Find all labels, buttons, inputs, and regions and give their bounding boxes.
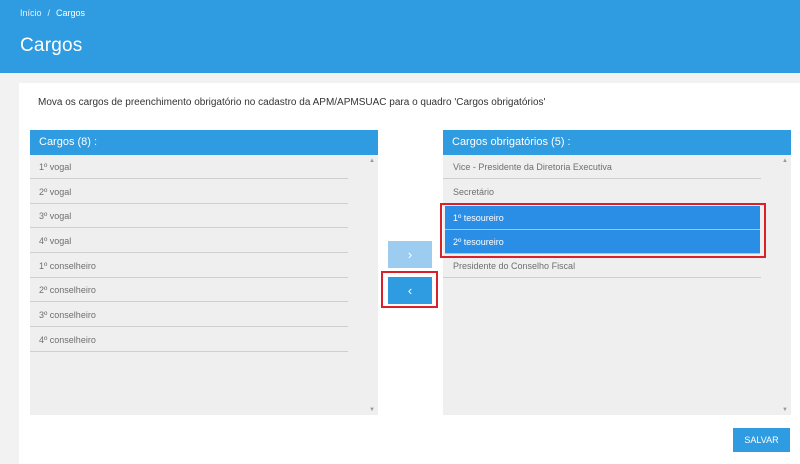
list-item[interactable]: 4º conselheiro <box>30 328 348 352</box>
scroll-up-icon[interactable]: ▲ <box>782 158 788 164</box>
cargos-list-panel: Cargos (8) : ▲ 1º vogal 2º vogal 3º voga… <box>30 130 378 415</box>
selected-items-highlight <box>440 203 766 258</box>
cargos-obrigatorios-panel: Cargos obrigatórios (5) : ▲ Vice - Presi… <box>443 130 791 415</box>
list-item[interactable]: Vice - Presidente da Diretoria Executiva <box>443 155 761 179</box>
move-right-button[interactable]: › <box>388 241 432 268</box>
breadcrumb: Início / Cargos <box>20 8 85 18</box>
list-item[interactable]: 2º conselheiro <box>30 278 348 302</box>
save-button[interactable]: SALVAR <box>733 428 790 452</box>
move-left-highlight <box>381 271 438 308</box>
cargos-obrigatorios-title: Cargos obrigatórios (5) : <box>443 130 791 155</box>
list-item[interactable]: 3º vogal <box>30 204 348 228</box>
cargos-list-title: Cargos (8) : <box>30 130 378 155</box>
list-item[interactable]: Secretário <box>443 180 761 204</box>
scroll-up-icon[interactable]: ▲ <box>369 158 375 164</box>
scroll-down-icon[interactable]: ▼ <box>782 407 788 413</box>
list-item[interactable]: 1º conselheiro <box>30 254 348 278</box>
list-item[interactable]: 4º vogal <box>30 229 348 253</box>
page-header: Início / Cargos Cargos <box>0 0 800 73</box>
list-item[interactable]: 3º conselheiro <box>30 303 348 327</box>
breadcrumb-home-link[interactable]: Início <box>20 8 42 18</box>
scroll-down-icon[interactable]: ▼ <box>369 407 375 413</box>
list-item[interactable]: 1º vogal <box>30 155 348 179</box>
list-item[interactable]: 2º vogal <box>30 180 348 204</box>
instruction-text: Mova os cargos de preenchimento obrigató… <box>38 97 546 108</box>
breadcrumb-current: Cargos <box>56 8 86 18</box>
page-title: Cargos <box>20 35 83 56</box>
breadcrumb-separator: / <box>47 8 51 18</box>
